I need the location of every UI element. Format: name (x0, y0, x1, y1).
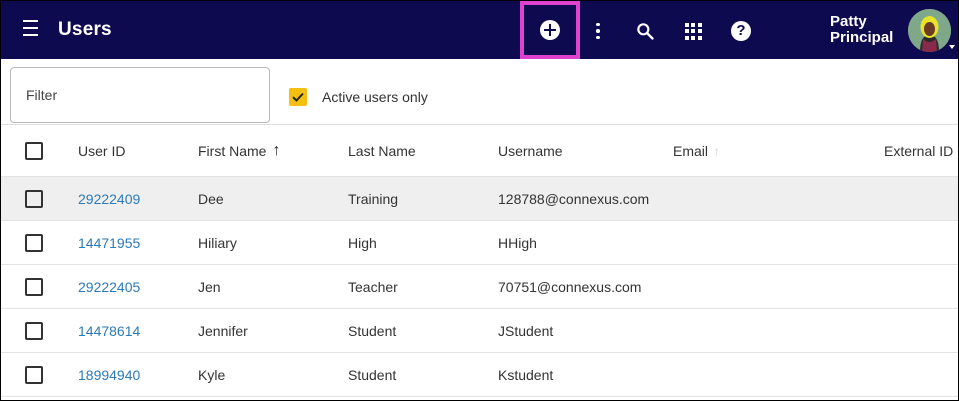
apps-button[interactable] (681, 19, 705, 43)
help-button[interactable]: ? (729, 19, 753, 43)
row-checkbox[interactable] (25, 321, 43, 340)
search-button[interactable] (633, 19, 657, 43)
table-row[interactable]: 29222405 Jen Teacher 70751@connexus.com (1, 265, 958, 309)
apps-grid-icon (684, 22, 702, 40)
add-user-button[interactable] (520, 1, 580, 59)
app-window: Users ? Patty Principal Filter Active us… (1, 1, 958, 400)
last-name-cell: Training (348, 190, 399, 207)
username-cell: JStudent (498, 322, 554, 339)
first-name-cell: Hiliary (198, 234, 237, 251)
first-name-cell: Dee (198, 190, 224, 207)
user-last-name: Principal (830, 29, 894, 46)
column-header-external-id[interactable]: External ID (884, 125, 953, 176)
search-icon (637, 23, 654, 40)
arrow-up-icon: ↑ (713, 142, 721, 159)
first-name-cell: Jen (198, 278, 221, 295)
column-header-label: Email (673, 142, 709, 159)
column-header-label: First Name (198, 142, 267, 159)
top-app-bar: Users ? Patty Principal (1, 1, 958, 59)
last-name-cell: High (348, 234, 377, 251)
select-all-checkbox[interactable] (25, 141, 43, 160)
arrow-up-icon: ↑ (272, 141, 281, 159)
help-icon: ? (731, 21, 751, 41)
last-name-cell: Student (348, 366, 397, 383)
more-options-button[interactable] (586, 19, 610, 43)
table-row[interactable]: 18994940 Kyle Student Kstudent (1, 353, 958, 397)
username-cell: 128788@connexus.com (498, 190, 650, 207)
last-name-cell: Teacher (348, 278, 398, 295)
column-header-last-name[interactable]: Last Name (348, 125, 416, 176)
username-cell: HHigh (498, 234, 537, 251)
user-id-link[interactable]: 29222409 (78, 177, 140, 220)
column-header-username[interactable]: Username (498, 125, 563, 176)
table-row[interactable]: 14478614 Jennifer Student JStudent (1, 309, 958, 353)
user-first-name: Patty (830, 13, 867, 30)
user-id-link[interactable]: 14471955 (78, 221, 140, 264)
user-id-link[interactable]: 18994940 (78, 353, 140, 396)
active-users-checkbox[interactable] (289, 88, 307, 106)
row-checkbox[interactable] (25, 365, 43, 384)
more-vert-icon (596, 21, 600, 41)
page-title: Users (58, 19, 112, 40)
column-header-first-name[interactable]: First Name ↑ (198, 125, 280, 176)
username-cell: Kstudent (498, 366, 554, 383)
chevron-down-icon (949, 45, 955, 49)
column-header-email[interactable]: Email ↑ (673, 125, 720, 176)
filter-input[interactable] (10, 67, 270, 123)
active-users-label: Active users only (322, 89, 428, 105)
users-table: User ID First Name ↑ Last Name Username … (1, 125, 958, 397)
table-row[interactable]: 14471955 Hiliary High HHigh (1, 221, 958, 265)
first-name-cell: Kyle (198, 366, 226, 383)
add-circle-icon (540, 20, 560, 40)
row-checkbox[interactable] (25, 233, 43, 252)
avatar[interactable] (908, 9, 951, 52)
table-header-row: User ID First Name ↑ Last Name Username … (1, 125, 958, 177)
row-checkbox[interactable] (25, 277, 43, 296)
table-row[interactable]: 29222409 Dee Training 128788@connexus.co… (1, 177, 958, 221)
column-header-user-id[interactable]: User ID (78, 125, 125, 176)
user-name[interactable]: Patty Principal (830, 14, 893, 46)
check-icon (292, 92, 304, 102)
avatar-image (908, 9, 951, 52)
row-checkbox[interactable] (25, 189, 43, 208)
first-name-cell: Jennifer (198, 322, 248, 339)
user-id-link[interactable]: 14478614 (78, 309, 140, 352)
menu-icon[interactable] (23, 20, 45, 40)
filter-bar: Active users only (1, 59, 958, 125)
user-id-link[interactable]: 29222405 (78, 265, 140, 308)
last-name-cell: Student (348, 322, 397, 339)
username-cell: 70751@connexus.com (498, 278, 642, 295)
